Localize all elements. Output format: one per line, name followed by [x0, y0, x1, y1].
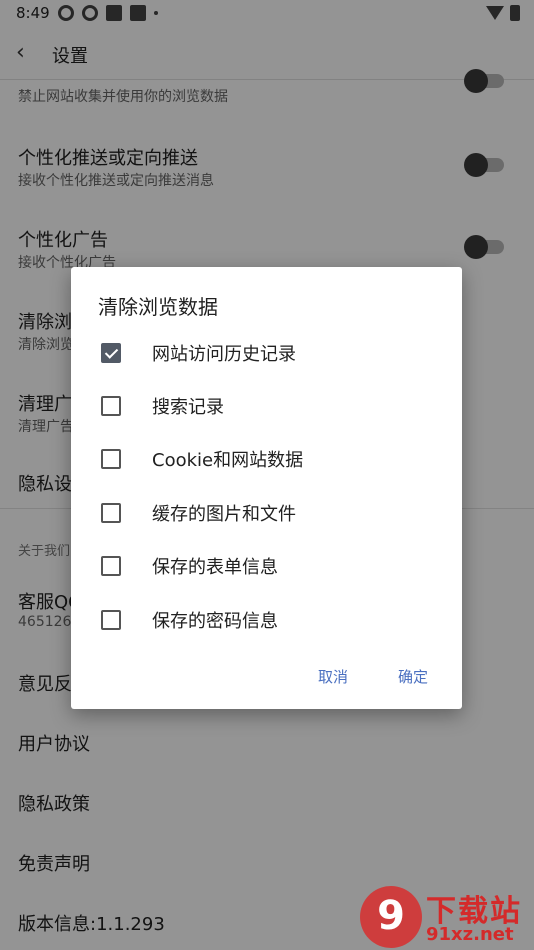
option-history[interactable]: 网站访问历史记录 [71, 331, 462, 375]
checkbox-cache[interactable] [101, 503, 121, 523]
option-search-history[interactable]: 搜索记录 [71, 384, 462, 428]
watermark-url: 91xz.net [426, 924, 514, 945]
clear-browsing-data-dialog: 清除浏览数据 网站访问历史记录 搜索记录 Cookie和网站数据 缓存的图片和文… [71, 267, 462, 709]
option-form-data[interactable]: 保存的表单信息 [71, 544, 462, 588]
checkbox-form-data[interactable] [101, 556, 121, 576]
option-label: 保存的表单信息 [152, 557, 278, 578]
cancel-button[interactable]: 取消 [318, 666, 348, 687]
checkbox-history[interactable] [101, 343, 121, 363]
option-label: 网站访问历史记录 [152, 344, 296, 365]
checkbox-passwords[interactable] [101, 610, 121, 630]
checkbox-cookies[interactable] [101, 449, 121, 469]
option-label: 搜索记录 [152, 397, 224, 418]
option-label: Cookie和网站数据 [152, 450, 304, 471]
option-passwords[interactable]: 保存的密码信息 [71, 598, 462, 642]
option-label: 保存的密码信息 [152, 611, 278, 632]
option-cache[interactable]: 缓存的图片和文件 [71, 491, 462, 535]
watermark-badge: 9 [360, 886, 422, 948]
watermark-logo: 9 下载站 91xz.net [360, 886, 530, 948]
option-cookies[interactable]: Cookie和网站数据 [71, 437, 462, 481]
confirm-button[interactable]: 确定 [398, 666, 428, 687]
option-label: 缓存的图片和文件 [152, 504, 296, 525]
dialog-title: 清除浏览数据 [98, 295, 218, 319]
checkbox-search-history[interactable] [101, 396, 121, 416]
